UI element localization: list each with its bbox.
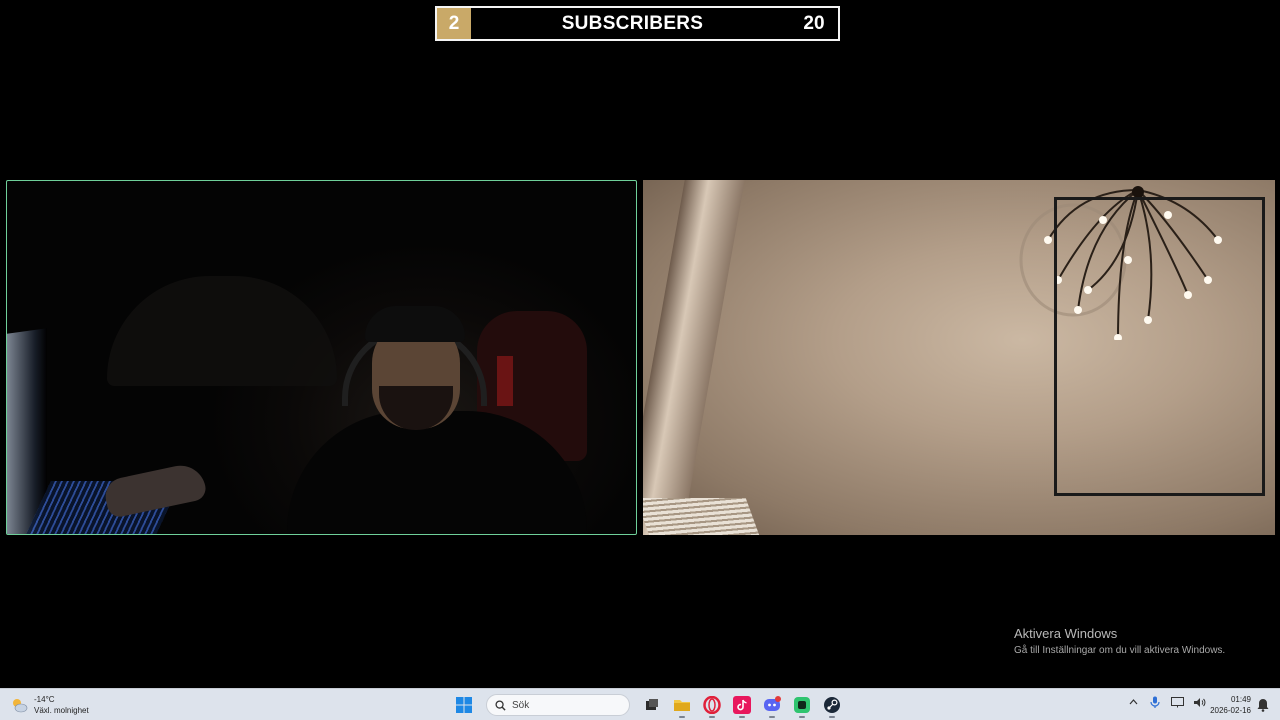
subscriber-goal: 20 — [803, 12, 825, 34]
microphone-icon — [1150, 696, 1160, 708]
taskbar-tiktok[interactable] — [730, 693, 754, 718]
bed-silhouette — [107, 276, 337, 386]
discord-icon — [764, 696, 781, 711]
activate-title: Aktivera Windows — [1014, 626, 1118, 641]
network-icon — [1170, 696, 1184, 707]
windows-start-icon — [456, 697, 472, 713]
system-tray — [1126, 695, 1206, 709]
webcam-right — [643, 180, 1275, 535]
notification-bell-icon[interactable] — [1256, 698, 1270, 712]
microphone-button[interactable] — [1148, 695, 1162, 709]
taskbar-green-app[interactable] — [790, 693, 814, 718]
taskbar-center: Sök — [452, 693, 844, 718]
show-hidden-icons[interactable] — [1126, 695, 1140, 709]
search-icon — [495, 699, 506, 711]
paper-stack — [643, 498, 761, 535]
opera-icon — [703, 696, 721, 714]
running-indicator — [829, 716, 835, 718]
search-placeholder: Sök — [512, 699, 530, 711]
taskbar: -14°C Växl. molnighet Sök 01:49 2026-02-… — [0, 688, 1280, 720]
weather-desc: Växl. molnighet — [34, 706, 89, 715]
weather-temp: -14°C — [34, 695, 55, 704]
taskbar-clock[interactable]: 01:49 2026-02-16 — [1203, 694, 1251, 716]
clock-date: 2026-02-16 — [1210, 706, 1251, 715]
chair-accent — [497, 356, 513, 406]
chevron-up-icon — [1129, 699, 1137, 705]
task-view-icon — [646, 699, 658, 710]
activate-windows-watermark: Aktivera Windows Gå till Inställningar o… — [1014, 626, 1225, 656]
taskbar-file-explorer[interactable] — [670, 693, 694, 718]
taskbar-search[interactable]: Sök — [486, 694, 630, 716]
running-indicator — [769, 716, 775, 718]
weather-text: -14°C Växl. molnighet — [34, 694, 89, 716]
wall-molding — [643, 180, 745, 535]
weather-widget[interactable]: -14°C Växl. molnighet — [10, 694, 89, 716]
running-indicator — [739, 716, 745, 718]
folder-icon — [674, 700, 690, 711]
subscriber-count: 2 — [437, 8, 471, 39]
webcam-left — [6, 180, 637, 535]
person-cap — [365, 306, 465, 342]
start-button[interactable] — [452, 693, 476, 717]
overlay-frame — [1054, 197, 1265, 496]
taskbar-task-view[interactable] — [640, 693, 664, 717]
activate-subtitle: Gå till Inställningar om du vill aktiver… — [1014, 645, 1226, 656]
clock-time: 01:49 — [1230, 695, 1251, 704]
subscriber-label: SUBSCRIBERS — [561, 12, 704, 34]
subscriber-goal-bar: 2 SUBSCRIBERS 20 — [435, 6, 840, 41]
taskbar-steam[interactable] — [820, 693, 844, 718]
green-app-icon — [794, 697, 810, 713]
steam-icon — [824, 697, 840, 713]
tiktok-icon — [733, 696, 751, 714]
running-indicator — [709, 716, 715, 718]
running-indicator — [799, 716, 805, 718]
running-indicator — [679, 716, 685, 718]
taskbar-discord[interactable] — [760, 693, 784, 718]
network-button[interactable] — [1170, 695, 1184, 709]
taskbar-opera[interactable] — [700, 693, 724, 718]
partly-cloudy-icon — [13, 699, 28, 713]
